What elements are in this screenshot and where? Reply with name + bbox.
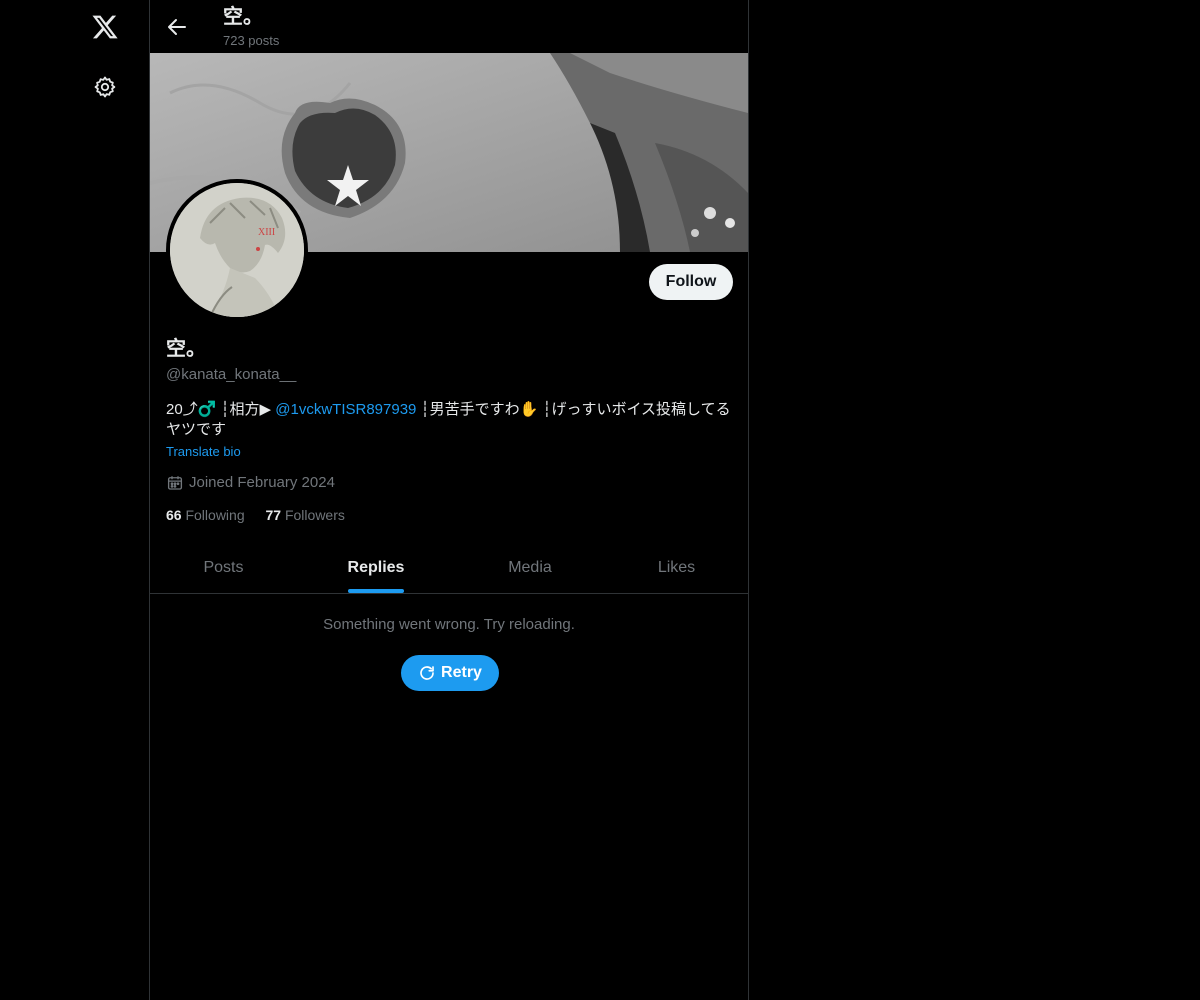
- retry-label: Retry: [441, 664, 482, 681]
- followers-count: 77: [265, 507, 282, 523]
- translate-bio-link[interactable]: Translate bio: [166, 443, 241, 461]
- following-label: Following: [185, 507, 245, 523]
- profile-header-bar: 空。 723 posts: [150, 0, 748, 53]
- bio-text-start: 20⤴︎♂️ ┆相方▶: [166, 401, 276, 418]
- side-navigation: [0, 0, 149, 1000]
- gear-icon[interactable]: [93, 75, 117, 99]
- retry-button[interactable]: Retry: [401, 655, 499, 691]
- profile-tabs: Posts Replies Media Likes: [150, 541, 748, 594]
- tab-likes[interactable]: Likes: [605, 541, 748, 594]
- follow-stats: 66 Following 77 Followers: [166, 506, 362, 524]
- following-link[interactable]: 66 Following: [166, 506, 245, 524]
- profile-handle: @kanata_konata__: [166, 366, 297, 383]
- followers-link[interactable]: 77 Followers: [266, 506, 345, 524]
- header-post-count: 723 posts: [223, 33, 280, 48]
- calendar-icon: [167, 476, 183, 490]
- avatar-illustration: XIII: [170, 183, 304, 317]
- avatar[interactable]: XIII: [166, 179, 308, 321]
- following-count: 66: [166, 507, 182, 523]
- tab-media[interactable]: Media: [455, 541, 605, 594]
- svg-text:XIII: XIII: [258, 227, 275, 238]
- profile-column: 空。 723 posts XIII Follow 空。 @kanata_kona…: [149, 0, 749, 1000]
- refresh-icon: [420, 666, 434, 680]
- x-logo-icon[interactable]: [91, 13, 119, 41]
- followers-label: Followers: [284, 507, 345, 523]
- tab-replies[interactable]: Replies: [301, 541, 451, 594]
- profile-bio: 20⤴︎♂️ ┆相方▶ @1vckwTISR897939 ┆男苦手ですわ✋ ┆げ…: [166, 400, 736, 440]
- profile-display-name: 空。: [166, 338, 206, 360]
- tab-posts[interactable]: Posts: [150, 541, 297, 594]
- bio-mention-link[interactable]: @1vckwTISR897939: [275, 401, 416, 418]
- joined-text: Joined February 2024: [189, 474, 335, 491]
- active-tab-indicator: [348, 589, 404, 593]
- joined-date: Joined February 2024: [166, 473, 335, 493]
- follow-button[interactable]: Follow: [649, 264, 733, 300]
- arrow-left-icon[interactable]: [165, 15, 189, 39]
- header-display-name: 空。: [223, 6, 263, 28]
- error-message: Something went wrong. Try reloading.: [323, 616, 575, 633]
